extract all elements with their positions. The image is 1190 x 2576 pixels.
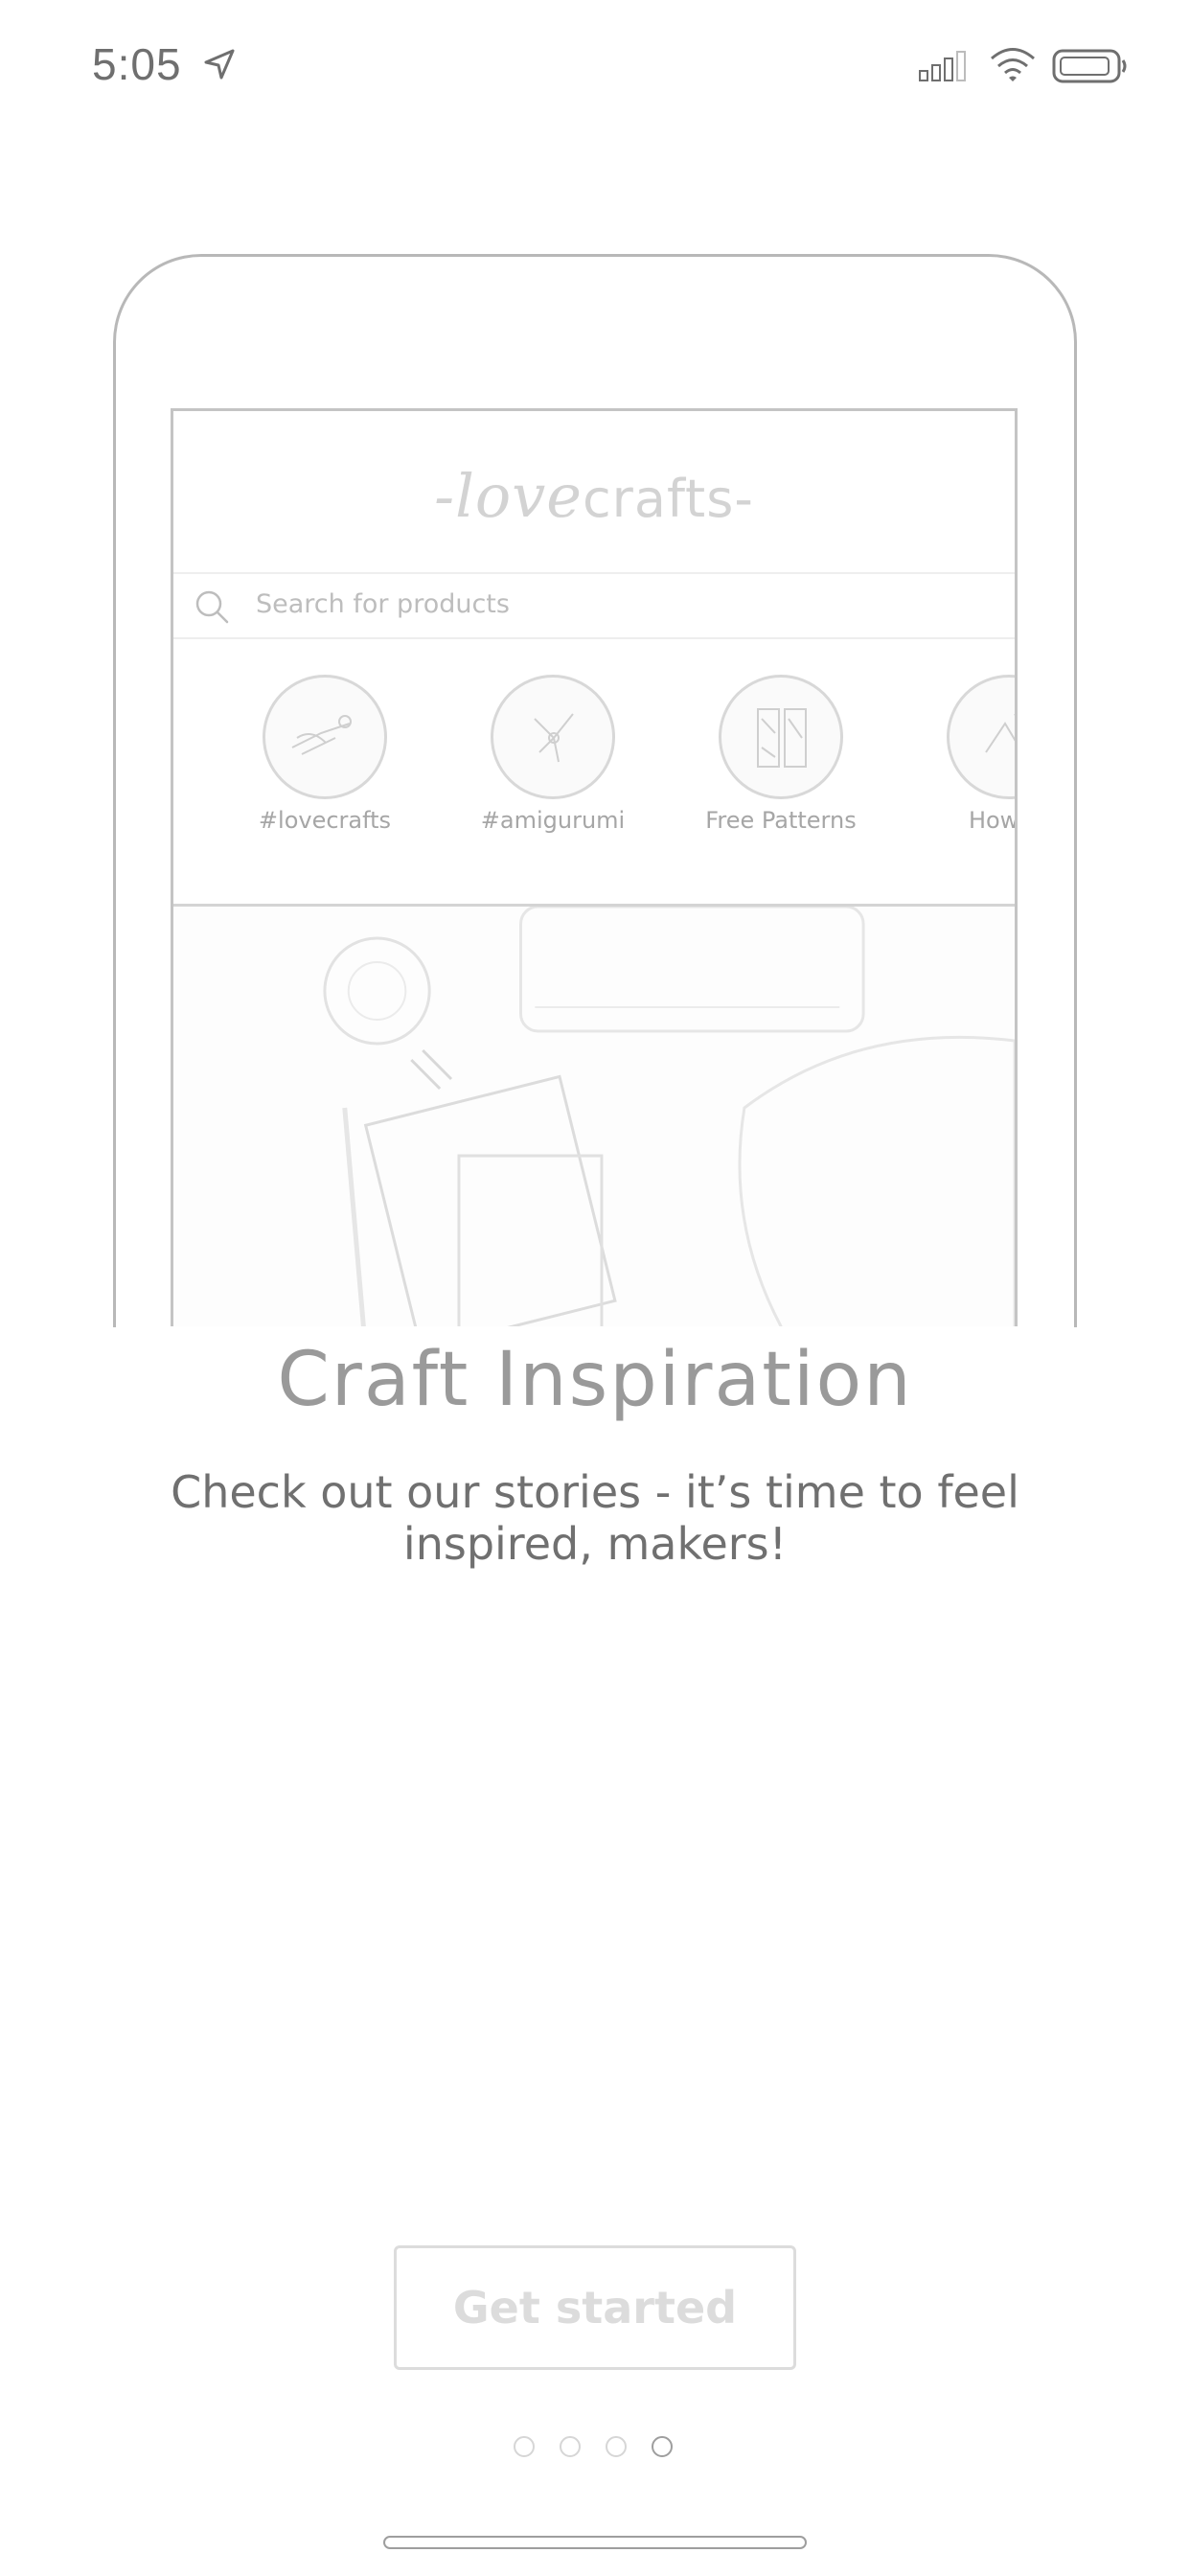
category-free-patterns: Free Patterns: [685, 675, 877, 834]
category-label: How to: [968, 807, 1018, 834]
page-dot-3[interactable]: [606, 2436, 627, 2457]
location-arrow-icon: [204, 49, 235, 80]
category-carousel: #lovecrafts #amigurumi Free Patterns How: [173, 675, 1015, 838]
status-bar: 5:05: [0, 0, 1190, 126]
category-label: #lovecrafts: [258, 807, 392, 834]
how-to-category-icon: [947, 675, 1015, 799]
free-patterns-category-icon: [719, 675, 843, 799]
onboarding-title: Craft Inspiration: [277, 1337, 913, 1423]
lovecrafts-logo: -lovecrafts-: [434, 461, 754, 531]
category-how-to: How to: [913, 675, 1018, 834]
search-placeholder: Search for products: [256, 589, 510, 619]
category-label: #amigurumi: [480, 807, 626, 834]
onboarding-subtitle: Check out our stories - it’s time to fee…: [171, 1466, 1019, 1570]
page-dot-1[interactable]: [514, 2436, 535, 2457]
page-indicator: [514, 2436, 686, 2465]
battery-icon: [1052, 49, 1127, 83]
cellular-signal-icon: [919, 51, 966, 81]
page-dot-2[interactable]: [560, 2436, 581, 2457]
craft-photo-illustration: [173, 905, 1015, 1326]
get-started-button[interactable]: Get started: [394, 2245, 796, 2370]
category-label: Free Patterns: [705, 807, 857, 834]
home-indicator[interactable]: [383, 2536, 807, 2549]
search-bar-illustration: Search for products: [173, 572, 1015, 639]
phone-screen-illustration: -lovecrafts- Search for products #lovecr…: [171, 408, 1018, 1326]
category-amigurumi: #amigurumi: [457, 675, 649, 834]
page-dot-4[interactable]: [652, 2436, 673, 2457]
lovecrafts-category-icon: [263, 675, 387, 799]
amigurumi-category-icon: [491, 675, 615, 799]
search-icon: [195, 590, 229, 624]
category-lovecrafts: #lovecrafts: [229, 675, 421, 834]
wifi-icon: [991, 48, 1035, 81]
status-time: 5:05: [92, 39, 182, 89]
